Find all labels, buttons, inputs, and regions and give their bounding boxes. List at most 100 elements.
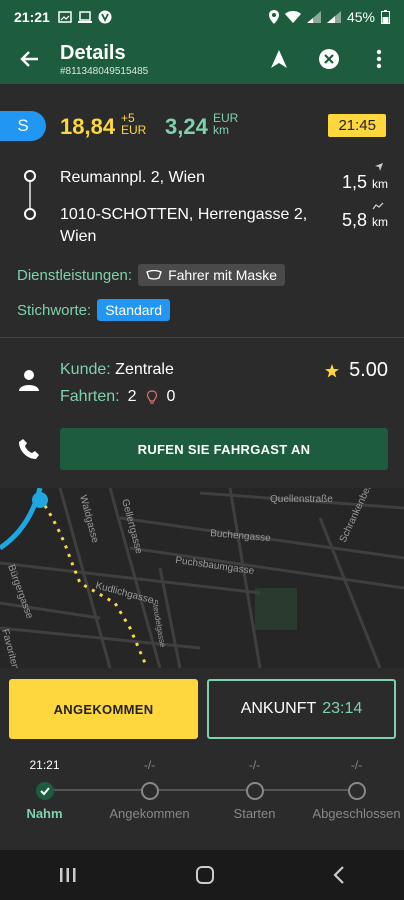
pickup-distance: 1,5 km <box>342 172 388 193</box>
step-label: Angekommen <box>109 806 190 821</box>
current-location-icon <box>32 492 48 508</box>
person-icon <box>19 370 39 391</box>
dropoff-distance-unit: km <box>372 215 388 229</box>
map-canvas[interactable]: Quellenstraße Buchengasse Puchsbaumgasse… <box>0 488 404 668</box>
action-bar: ANGEKOMMEN ANKUNFT 23:14 <box>0 668 404 750</box>
street-label-quellenstrasse: Quellenstraße <box>270 494 333 505</box>
fare-row: S 18,84 +5 EUR 3,24 EUR km 21:45 <box>0 108 404 146</box>
check-circle-icon <box>35 782 54 800</box>
services-chip: Fahrer mit Maske <box>138 264 285 286</box>
park-area <box>255 588 297 630</box>
service-badge: S <box>0 111 46 141</box>
empty-circle-icon <box>140 782 159 800</box>
page-title: Details <box>60 41 126 64</box>
customer-name: Zentrale <box>115 361 174 378</box>
empty-circle-icon <box>245 782 264 800</box>
pickup-address[interactable]: Reumannpl. 2, Wien <box>60 167 320 189</box>
more-vert-icon <box>376 49 382 69</box>
map-view[interactable]: Quellenstraße Buchengasse Puchsbaumgasse… <box>0 488 404 668</box>
keywords-label: Stichworte: <box>17 301 92 319</box>
signal-icon <box>306 11 321 23</box>
arrival-time-button[interactable]: ANKUNFT 23:14 <box>207 679 396 739</box>
customer-rides-row: Fahrten: 2 0 <box>60 388 175 406</box>
app-bar: Details #811348049515485 <box>0 34 404 84</box>
system-icons: 45% <box>268 9 390 25</box>
cancel-order-button[interactable] <box>304 34 354 84</box>
close-circle-icon <box>319 49 339 69</box>
dropoff-distance-value: 5,8 <box>341 210 367 230</box>
step-label: Nahm <box>26 806 63 821</box>
customer-rating: 5.00 <box>325 359 388 382</box>
signal-icon-2 <box>326 11 341 23</box>
mask-icon <box>146 270 162 280</box>
services-row: Dienstleistungen: Fahrer mit Maske <box>17 264 285 286</box>
progress-step-arrived: -/- Angekommen <box>99 750 200 822</box>
trend-icon <box>372 202 384 210</box>
location-icon <box>268 10 279 24</box>
home-icon[interactable] <box>195 865 215 885</box>
rating-value: 5.00 <box>349 359 388 381</box>
arrived-button[interactable]: ANGEKOMMEN <box>9 679 198 739</box>
recents-icon[interactable] <box>59 867 77 883</box>
wifi-icon <box>284 11 301 23</box>
back-nav-icon[interactable] <box>333 866 345 884</box>
step-label: Starten <box>233 806 276 821</box>
call-row: RUFEN SIE FAHRGAST AN <box>0 428 404 472</box>
step-label: Abgeschlossen <box>312 806 401 821</box>
customer-label: Kunde: <box>60 361 111 378</box>
step-time: 21:21 <box>29 758 60 772</box>
empty-circle-icon <box>347 782 366 800</box>
pickup-dot-icon <box>24 170 36 182</box>
direction-icon <box>375 163 383 171</box>
battery-percent: 45% <box>346 9 375 25</box>
customer-section: Kunde: Zentrale Fahrten: 2 0 5.00 <box>0 355 404 415</box>
rides-label: Fahrten: <box>60 388 120 405</box>
per-km-unit: km <box>213 123 229 137</box>
pickup-time-badge: 21:45 <box>328 114 386 137</box>
divider <box>0 337 404 338</box>
price-per-km: 3,24 <box>165 114 208 139</box>
keyword-chip: Standard <box>97 299 171 321</box>
services-value: Fahrer mit Maske <box>168 267 277 283</box>
price: 18,84 <box>60 114 116 139</box>
notification-icons <box>58 10 112 24</box>
rides-count: 2 <box>127 388 137 405</box>
price-extra: +5 EUR <box>121 112 146 136</box>
order-progress: 21:21 Nahm -/- Angekommen -/- Starten -/… <box>0 750 404 850</box>
arrival-label: ANKUNFT <box>240 700 317 717</box>
navigation-arrow-icon <box>271 50 287 68</box>
status-bar: 21:21 45% <box>0 0 404 34</box>
price-per-km-unit: EUR km <box>213 112 238 136</box>
step-time: -/- <box>143 758 156 772</box>
back-button[interactable] <box>0 34 60 84</box>
step-time: -/- <box>248 758 261 772</box>
dropoff-address[interactable]: 1010-SCHOTTEN, Herrengasse 2, Wien <box>60 204 320 248</box>
battery-icon <box>381 10 390 24</box>
order-number: #811348049515485 <box>60 65 149 77</box>
progress-step-completed: -/- Abgeschlossen <box>309 750 404 822</box>
image-icon <box>58 11 72 23</box>
step-time: -/- <box>350 758 363 772</box>
arrival-time: 23:14 <box>322 700 363 717</box>
status-time: 21:21 <box>14 9 50 25</box>
progress-step-start: -/- Starten <box>204 750 305 822</box>
arrow-left-icon <box>20 51 38 67</box>
more-menu-button[interactable] <box>354 34 404 84</box>
call-passenger-button[interactable]: RUFEN SIE FAHRGAST AN <box>60 428 388 470</box>
route-section: Reumannpl. 2, Wien 1010-SCHOTTEN, Herren… <box>0 160 404 255</box>
customer-name-row: Kunde: Zentrale <box>60 361 174 379</box>
services-label: Dienstleistungen: <box>17 266 133 284</box>
phone-icon <box>19 439 39 459</box>
star-icon <box>325 363 340 377</box>
app-v-icon <box>98 10 112 24</box>
lightbulb-icon <box>146 390 157 404</box>
laptop-icon <box>77 11 92 23</box>
dropoff-distance: 5,8 km <box>342 210 388 231</box>
keywords-row: Stichworte: Standard <box>17 299 171 321</box>
pickup-distance-value: 1,5 <box>341 172 367 192</box>
system-nav-bar <box>0 850 404 900</box>
pickup-distance-unit: km <box>372 177 388 191</box>
title-block: Details #811348049515485 <box>60 42 254 77</box>
navigate-button[interactable] <box>254 34 304 84</box>
progress-step-taken: 21:21 Nahm <box>0 750 95 822</box>
